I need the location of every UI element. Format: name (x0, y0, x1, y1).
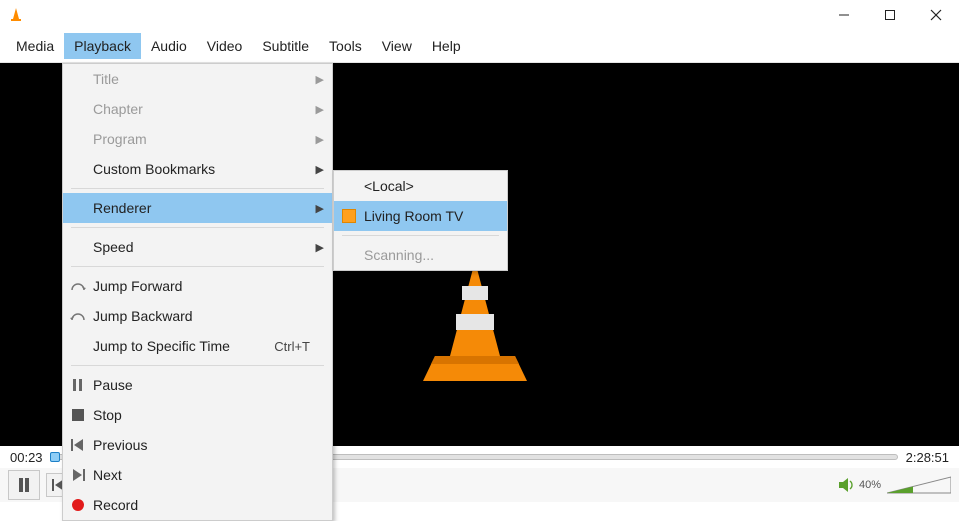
playback-dropdown: Title▶ Chapter▶ Program▶ Custom Bookmark… (62, 63, 333, 521)
minimize-button[interactable] (821, 0, 867, 30)
menu-subtitle[interactable]: Subtitle (252, 33, 319, 59)
app-icon (8, 7, 24, 23)
renderer-scanning: Scanning... (334, 240, 507, 270)
menu-audio[interactable]: Audio (141, 33, 197, 59)
menu-jump-forward[interactable]: Jump Forward (63, 271, 332, 301)
chevron-right-icon: ▶ (310, 103, 324, 116)
menu-separator (71, 188, 324, 189)
pause-button[interactable] (8, 470, 40, 500)
time-elapsed: 00:23 (10, 450, 43, 465)
volume-triangle[interactable] (887, 475, 951, 495)
maximize-button[interactable] (867, 0, 913, 30)
menu-jump-backward[interactable]: Jump Backward (63, 301, 332, 331)
pause-icon (63, 379, 93, 391)
chevron-right-icon: ▶ (310, 241, 324, 254)
close-button[interactable] (913, 0, 959, 30)
record-icon (63, 499, 93, 511)
menu-separator (71, 227, 324, 228)
menu-record[interactable]: Record (63, 490, 332, 520)
menu-title[interactable]: Title▶ (63, 64, 332, 94)
menu-renderer[interactable]: Renderer▶ (63, 193, 332, 223)
window-controls (821, 0, 959, 30)
volume-percent: 40% (859, 479, 881, 491)
menu-custom-bookmarks[interactable]: Custom Bookmarks▶ (63, 154, 332, 184)
time-total: 2:28:51 (906, 450, 949, 465)
volume-control[interactable]: 40% (839, 475, 951, 495)
menubar: Media Playback Audio Video Subtitle Tool… (0, 30, 959, 63)
renderer-option-1[interactable]: Living Room TV (334, 201, 507, 231)
menu-stop[interactable]: Stop (63, 400, 332, 430)
shortcut-label: Ctrl+T (274, 339, 310, 354)
previous-icon (63, 439, 93, 451)
chevron-right-icon: ▶ (310, 73, 324, 86)
chevron-right-icon: ▶ (310, 163, 324, 176)
menu-tools[interactable]: Tools (319, 33, 372, 59)
menu-help[interactable]: Help (422, 33, 471, 59)
menu-video[interactable]: Video (197, 33, 253, 59)
menu-separator (71, 365, 324, 366)
titlebar (0, 0, 959, 30)
chevron-right-icon: ▶ (310, 202, 324, 215)
next-icon (63, 469, 93, 481)
menu-pause[interactable]: Pause (63, 370, 332, 400)
menu-previous[interactable]: Previous (63, 430, 332, 460)
jump-forward-icon (63, 280, 93, 292)
renderer-local[interactable]: <Local> (334, 171, 507, 201)
chevron-right-icon: ▶ (310, 133, 324, 146)
menu-media[interactable]: Media (6, 33, 64, 59)
menu-chapter[interactable]: Chapter▶ (63, 94, 332, 124)
stop-icon (63, 409, 93, 421)
menu-view[interactable]: View (372, 33, 422, 59)
menu-next[interactable]: Next (63, 460, 332, 490)
menu-program[interactable]: Program▶ (63, 124, 332, 154)
menu-playback[interactable]: Playback (64, 33, 141, 59)
renderer-submenu: <Local> Living Room TV Scanning... (333, 170, 508, 271)
menu-jump-to-time[interactable]: Jump to Specific TimeCtrl+T (63, 331, 332, 361)
menu-speed[interactable]: Speed▶ (63, 232, 332, 262)
vlc-cone-icon (415, 256, 535, 389)
speaker-icon (839, 478, 855, 492)
menu-separator (71, 266, 324, 267)
jump-backward-icon (63, 310, 93, 322)
pause-icon (18, 478, 30, 492)
seekbar-knob[interactable] (50, 452, 60, 462)
cast-icon (334, 209, 364, 223)
menu-separator (342, 235, 499, 236)
